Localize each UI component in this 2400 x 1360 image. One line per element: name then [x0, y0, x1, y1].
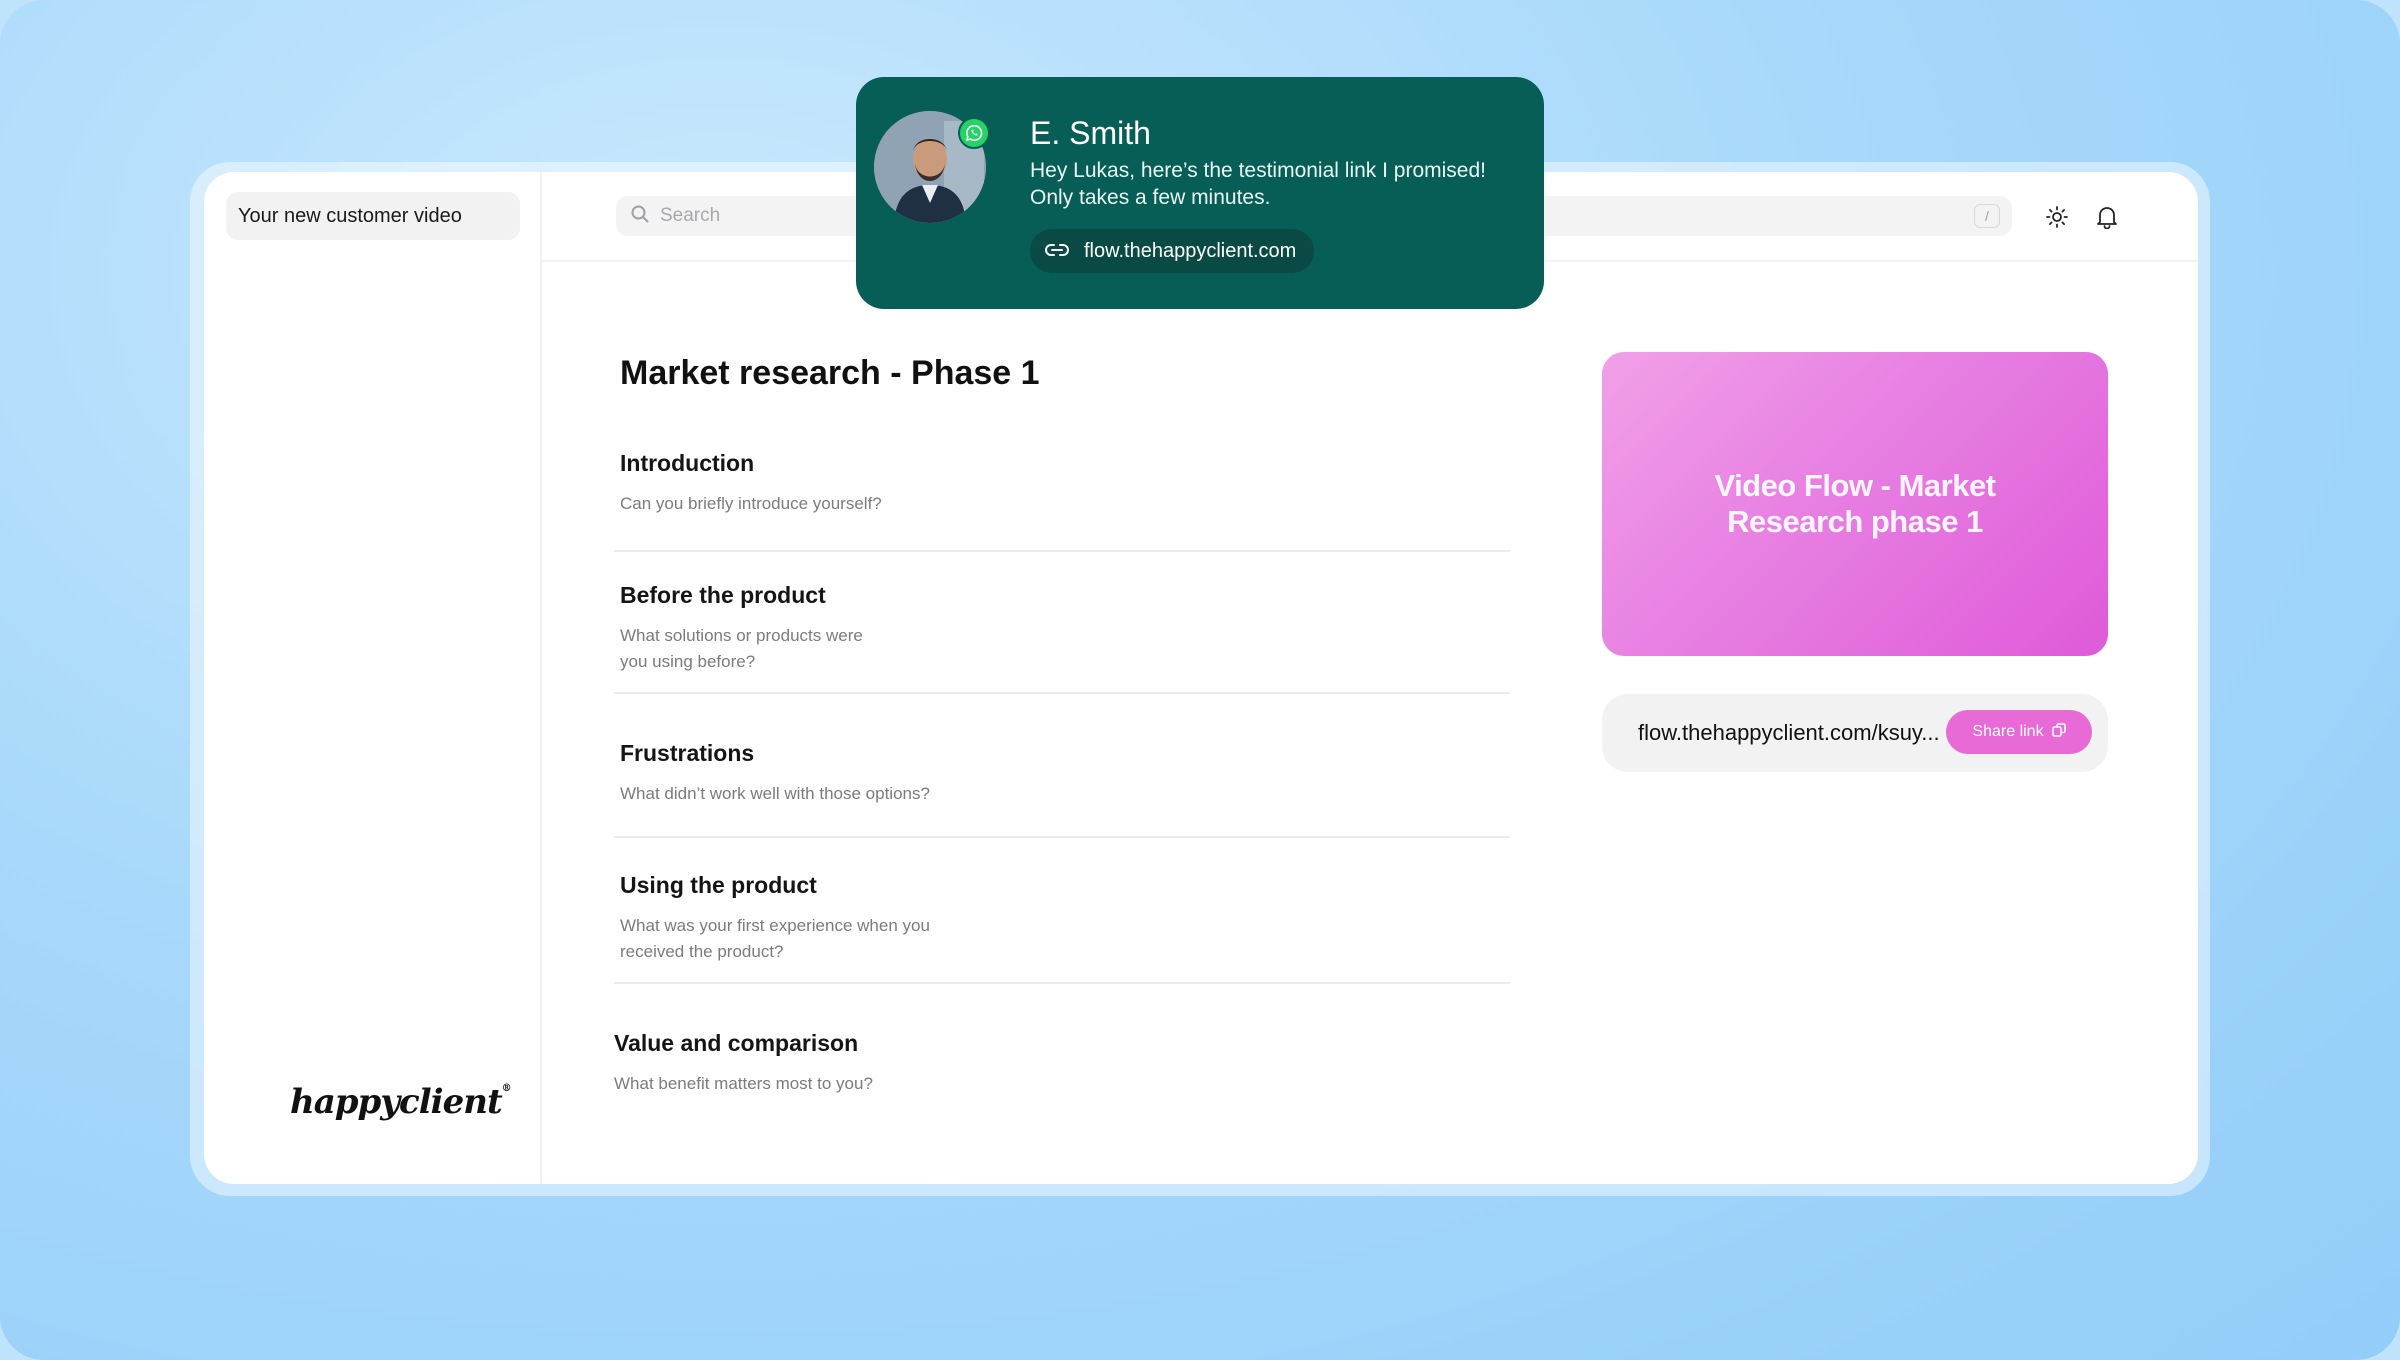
section-question: What solutions or products were you usin…	[620, 626, 863, 671]
happyclient-logo: happyclient®	[290, 1082, 512, 1122]
notification-link[interactable]: flow.thehappyclient.com	[1030, 229, 1315, 273]
question-section[interactable]: Before the product What solutions or pro…	[614, 582, 1510, 694]
whatsapp-notification[interactable]: E. Smith Hey Lukas, here’s the testimoni…	[856, 77, 1544, 309]
search-icon	[630, 204, 650, 229]
video-preview-title: Video Flow - Market Research phase 1	[1714, 468, 1996, 539]
section-question: What was your first experience when you …	[620, 916, 930, 961]
section-heading: Introduction	[620, 450, 755, 476]
sidebar: Your new customer video happyclient®	[204, 172, 542, 1184]
whatsapp-icon	[958, 117, 990, 149]
section-heading: Before the product	[620, 582, 826, 608]
link-icon	[1044, 240, 1070, 263]
notification-message: Hey Lukas, here’s the testimonial link I…	[1030, 159, 1486, 209]
section-question: What didn’t work well with those options…	[620, 784, 930, 803]
section-heading: Value and comparison	[614, 1030, 859, 1056]
share-link-label: Share link	[1972, 723, 2044, 740]
theme-toggle-icon[interactable]	[2042, 202, 2072, 232]
question-section[interactable]: Using the product What was your first ex…	[614, 872, 1510, 984]
notification-link-text: flow.thehappyclient.com	[1084, 239, 1297, 262]
bell-icon[interactable]	[2092, 202, 2122, 232]
page-title: Market research - Phase 1	[620, 354, 1040, 392]
section-question: Can you briefly introduce yourself?	[620, 494, 882, 513]
question-section[interactable]: Introduction Can you briefly introduce y…	[614, 450, 1510, 552]
section-heading: Using the product	[620, 872, 817, 898]
sidebar-item-workspace[interactable]: Your new customer video	[226, 192, 520, 240]
section-heading: Frustrations	[620, 740, 755, 766]
copy-icon	[2051, 722, 2066, 742]
background: Your new customer video happyclient® Sea…	[0, 0, 2400, 1360]
section-question: What benefit matters most to you?	[614, 1074, 873, 1093]
share-link-button[interactable]: Share link	[1946, 710, 2092, 754]
video-preview-card[interactable]: Video Flow - Market Research phase 1	[1602, 352, 2108, 656]
sender-name: E. Smith	[1030, 115, 1151, 151]
question-section[interactable]: Frustrations What didn’t work well with …	[614, 740, 1510, 838]
search-shortcut-badge: /	[1974, 204, 2000, 228]
app-window: Your new customer video happyclient® Sea…	[204, 172, 2198, 1184]
sidebar-item-label: Your new customer video	[238, 204, 462, 227]
share-url[interactable]: flow.thehappyclient.com/ksuy...	[1638, 720, 1958, 746]
question-section[interactable]: Value and comparison What benefit matter…	[614, 1030, 1510, 1110]
search-placeholder: Search	[660, 205, 721, 226]
share-link-box: flow.thehappyclient.com/ksuy... Share li…	[1602, 694, 2108, 772]
